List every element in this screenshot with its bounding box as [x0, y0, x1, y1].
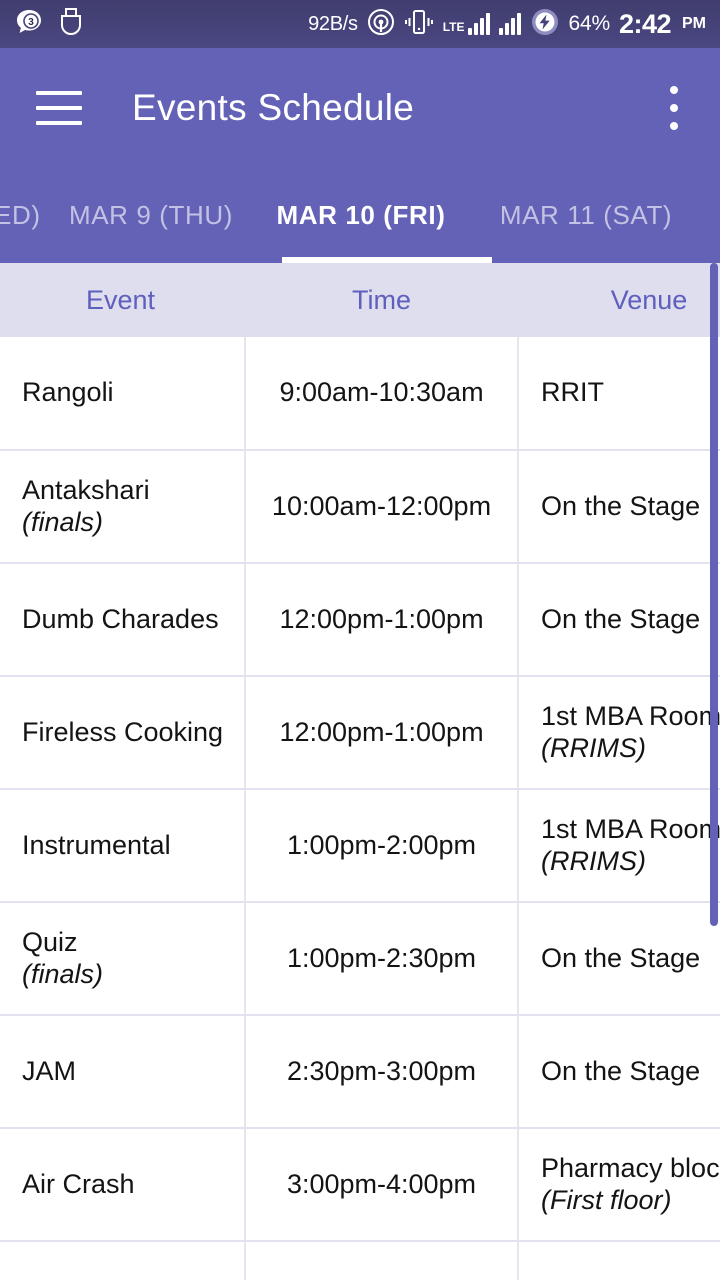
venue-name: On the Stage: [541, 603, 701, 634]
cell-time: 12:00pm-1:00pm: [245, 676, 519, 790]
cell-venue: [518, 1241, 720, 1280]
venue-name: 1st MBA Room: [541, 700, 720, 731]
cell-venue: On the Stage: [518, 563, 720, 677]
lte-signal-bars: [467, 13, 490, 35]
cell-time: 1:00pm-2:30pm: [245, 902, 519, 1016]
schedule-table-body: Rangoli 9:00am-10:30am RRIT Antakshari (…: [0, 337, 720, 1280]
tab-mar-11-sat[interactable]: MAR 11 (SAT): [466, 168, 706, 263]
venue-name: On the Stage: [541, 942, 701, 973]
cell-event: [0, 1241, 246, 1280]
schedule-table: Event Time Venue Rangoli 9:00am-10:30am …: [0, 263, 720, 1280]
cell-time: 1:00pm-2:00pm: [245, 789, 519, 903]
cell-venue: Pharmacy block (First floor): [518, 1128, 720, 1242]
cell-time: 3:00pm-4:00pm: [245, 1128, 519, 1242]
app-bar: Events Schedule: [0, 48, 720, 168]
svg-text:3: 3: [28, 17, 34, 28]
event-name: Quiz: [22, 926, 78, 957]
cell-venue: 1st MBA Room (RRIMS): [518, 676, 720, 790]
table-row[interactable]: Antakshari (finals) 10:00am-12:00pm On t…: [0, 450, 720, 564]
vibrate-icon: [404, 8, 434, 41]
status-bar: 3 92B/s LTE 64% 2:42 PM: [0, 0, 720, 48]
venue-note: (RRIMS): [541, 732, 646, 763]
date-tab-bar[interactable]: ED) MAR 9 (THU) MAR 10 (FRI) MAR 11 (SAT…: [0, 168, 720, 263]
cell-event: Fireless Cooking: [0, 676, 246, 790]
schedule-table-header: Event Time Venue: [0, 263, 720, 337]
event-name: Instrumental: [22, 829, 171, 860]
tab-mar-8-wed[interactable]: ED): [0, 168, 46, 263]
cell-time: 12:00pm-1:00pm: [245, 563, 519, 677]
schedule-table-container[interactable]: Event Time Venue Rangoli 9:00am-10:30am …: [0, 263, 720, 1280]
tab-mar-9-thu[interactable]: MAR 9 (THU): [46, 168, 256, 263]
cast-icon: [367, 8, 395, 41]
status-bar-right-icons: 92B/s LTE 64% 2:42 PM: [308, 7, 706, 42]
cell-event: Dumb Charades: [0, 563, 246, 677]
event-name: JAM: [22, 1055, 76, 1086]
status-bar-left-icons: 3: [14, 7, 84, 42]
venue-name: RRIT: [541, 377, 604, 408]
cell-venue: 1st MBA Room (RRIMS): [518, 789, 720, 903]
venue-note: (RRIMS): [541, 845, 646, 876]
message-bubble-icon: 3: [14, 7, 44, 42]
event-name: Fireless Cooking: [22, 716, 224, 747]
cell-time: 9:00am-10:30am: [245, 337, 519, 451]
network-speed-label: 92B/s: [308, 12, 358, 35]
vertical-scrollbar[interactable]: [710, 263, 718, 926]
table-row[interactable]: JAM 2:30pm-3:00pm On the Stage: [0, 1015, 720, 1129]
cell-event: Instrumental: [0, 789, 246, 903]
cell-event: Air Crash: [0, 1128, 246, 1242]
cell-venue: On the Stage: [518, 902, 720, 1016]
venue-name: On the Stage: [541, 1055, 701, 1086]
battery-percent-label: 64%: [568, 12, 611, 35]
page-title: Events Schedule: [132, 87, 415, 128]
table-header-row: Event Time Venue: [0, 263, 720, 337]
clock-time: 2:42: [618, 8, 672, 39]
venue-name: 1st MBA Room: [541, 813, 720, 844]
event-name: Air Crash: [22, 1168, 135, 1199]
table-row-partial[interactable]: [0, 1241, 720, 1280]
venue-name: On the Stage: [541, 490, 701, 521]
venue-note: (First floor): [541, 1184, 672, 1215]
table-row[interactable]: Quiz (finals) 1:00pm-2:30pm On the Stage: [0, 902, 720, 1016]
cellular-signal-bars-icon: [498, 13, 521, 35]
event-note: (finals): [22, 958, 104, 989]
cell-time: 10:00am-12:00pm: [245, 450, 519, 564]
cell-time: 2:30pm-3:00pm: [245, 1015, 519, 1129]
column-header-time: Time: [245, 263, 518, 337]
more-vertical-icon[interactable]: [654, 82, 694, 134]
table-row[interactable]: Instrumental 1:00pm-2:00pm 1st MBA Room …: [0, 789, 720, 903]
event-note: (finals): [22, 506, 104, 537]
lte-label: LTE: [442, 20, 465, 34]
table-row[interactable]: Dumb Charades 12:00pm-1:00pm On the Stag…: [0, 563, 720, 677]
event-name: Rangoli: [22, 377, 114, 408]
venue-name: Pharmacy block: [541, 1152, 720, 1183]
usb-icon: [58, 7, 84, 42]
table-row[interactable]: Air Crash 3:00pm-4:00pm Pharmacy block (…: [0, 1128, 720, 1242]
cell-event: Quiz (finals): [0, 902, 246, 1016]
lte-signal-icon: LTE: [443, 13, 490, 35]
battery-charging-icon: [530, 7, 560, 42]
cell-venue: RRIT: [518, 337, 720, 451]
clock-ampm: PM: [682, 15, 706, 32]
table-row[interactable]: Rangoli 9:00am-10:30am RRIT: [0, 337, 720, 451]
events-schedule-screen: 3 92B/s LTE 64% 2:42 PM Events Schedule …: [0, 0, 720, 1280]
column-header-event: Event: [0, 263, 245, 337]
event-name: Dumb Charades: [22, 603, 219, 634]
event-name: Antakshari: [22, 474, 150, 505]
cell-venue: On the Stage: [518, 450, 720, 564]
cell-event: Antakshari (finals): [0, 450, 246, 564]
hamburger-menu-icon[interactable]: [36, 91, 82, 125]
column-header-venue: Venue: [518, 263, 720, 337]
cell-event: Rangoli: [0, 337, 246, 451]
table-row[interactable]: Fireless Cooking 12:00pm-1:00pm 1st MBA …: [0, 676, 720, 790]
cell-time: [245, 1241, 519, 1280]
cell-venue: On the Stage: [518, 1015, 720, 1129]
tab-mar-10-fri[interactable]: MAR 10 (FRI): [256, 168, 466, 263]
cell-event: JAM: [0, 1015, 246, 1129]
